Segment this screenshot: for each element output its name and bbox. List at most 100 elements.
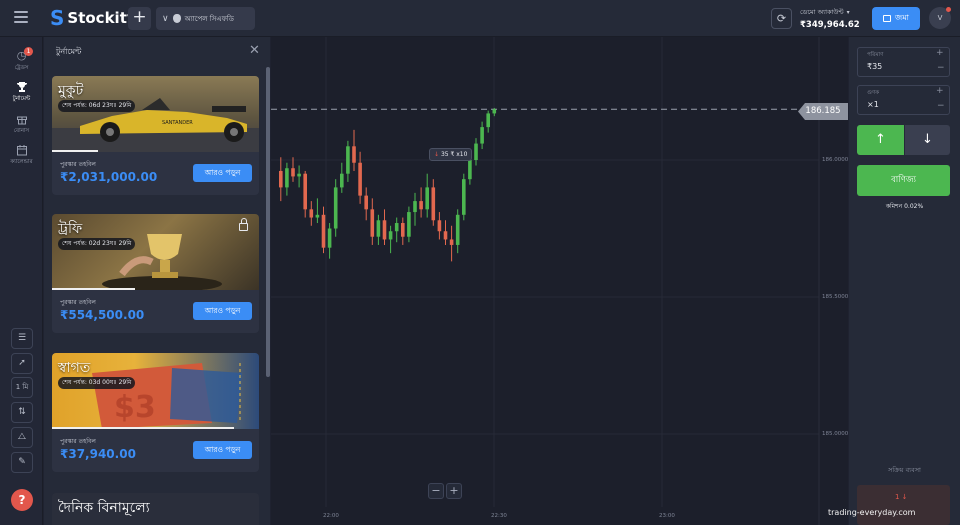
calendar-icon [16, 144, 28, 156]
candle [297, 173, 301, 177]
trade-button[interactable]: বাণিজ্য [857, 165, 950, 196]
candle [370, 209, 375, 237]
candle [315, 214, 320, 218]
notification-dot [946, 7, 951, 12]
zoom-in-button[interactable]: + [446, 483, 462, 499]
read-more-button[interactable]: আরও পড়ুন [193, 441, 252, 459]
y-tick-label: 185.5000 [822, 294, 849, 300]
rail-item-calendar[interactable]: ক্যালেন্ডার [0, 144, 43, 167]
candle [468, 160, 472, 180]
rail-item-label: ট্রেডস [14, 65, 29, 71]
candle [382, 220, 387, 240]
add-asset-tab-button[interactable]: + [128, 7, 151, 30]
tournament-card[interactable]: দৈনিক বিনামূল্যে [52, 493, 259, 525]
prize-pool-label: পুরস্কার তহবিল [60, 299, 96, 306]
read-more-button[interactable]: আরও পড়ুন [193, 302, 252, 320]
pencil-icon[interactable]: ✎ [11, 452, 33, 473]
top-bar: S Stockity + ∨ অ্যাপেল সিএফডি ⟳ ডেমো অ্য… [0, 0, 960, 37]
direction-up-button[interactable]: ↑ [857, 125, 904, 155]
chart-layout-icon[interactable]: ☰ [11, 328, 33, 349]
candle [401, 223, 405, 237]
rail-item-label: বোনাস [13, 128, 30, 134]
app-name: Stockity [67, 9, 137, 27]
menu-icon[interactable] [14, 11, 28, 25]
rocket-icon[interactable]: ➚ [11, 353, 33, 374]
current-price-tag: 186.185 [798, 103, 848, 120]
active-trades-label: সক্রিয় ব্যবসা [888, 466, 921, 474]
candle [443, 231, 448, 240]
plus-icon[interactable]: + [936, 48, 944, 58]
zoom-out-button[interactable]: − [428, 483, 444, 499]
tournament-card[interactable]: ট্রফি শেষ পর্যন্ত: 02d 23ঘঃ 29মি পুরস্কা… [52, 214, 259, 333]
y-tick-label: 185.0000 [822, 431, 849, 437]
arrow-down-icon: ↓ [434, 151, 440, 158]
account-switcher[interactable]: ডেমো অ্যাকাউন্ট ▾ ₹349,964.62 [800, 7, 868, 31]
asset-tab[interactable]: ∨ অ্যাপেল সিএফডি [156, 7, 255, 30]
candle [333, 187, 338, 229]
open-deal-marker[interactable]: ↓ 35 ₹ x10 [429, 148, 473, 161]
tournament-progress [52, 288, 135, 290]
candle [492, 109, 497, 114]
candle [462, 179, 466, 215]
logo-mark: S [50, 6, 65, 30]
timeframe-button[interactable]: 1 মি [11, 377, 33, 398]
candle [340, 173, 344, 188]
candle [455, 214, 460, 245]
watermark: trading-everyday.com [828, 508, 916, 517]
deal-multiplier: x10 [456, 151, 468, 158]
tournament-card[interactable]: SANTANDER মুকুট শেষ পর্যন্ত: 06d 23ঘঃ 29… [52, 76, 259, 195]
candle [364, 195, 368, 210]
avatar-letter: V [937, 14, 943, 22]
lock-icon [239, 218, 248, 231]
avatar[interactable]: V [929, 7, 951, 29]
candlestick-chart [271, 37, 820, 525]
candle [407, 212, 411, 237]
investment-value: ₹35 [867, 62, 883, 71]
candle [303, 173, 307, 210]
active-trade-item[interactable]: 1 ↓ [857, 485, 950, 525]
candle [309, 209, 314, 218]
scrollbar[interactable] [266, 67, 270, 377]
minus-icon[interactable]: − [937, 101, 945, 111]
x-tick-label: 23:00 [659, 513, 675, 519]
prize-pool-label: পুরস্কার তহবিল [60, 438, 96, 445]
rail-item-label: ক্যালেন্ডার [10, 159, 33, 165]
close-icon[interactable]: ✕ [249, 43, 260, 58]
tournament-card[interactable]: $3 স্বাগত শেষ পর্যন্ত: 03d 00ঘঃ 29মি পুর… [52, 353, 259, 472]
wallet-icon [883, 15, 892, 22]
read-more-button[interactable]: আরও পড়ুন [193, 164, 252, 182]
prize-pool-amount: ₹37,940.00 [60, 447, 136, 461]
account-balance: ₹349,964.62 [800, 20, 860, 30]
tournament-name: দৈনিক বিনামূল্যে [58, 500, 150, 516]
candle [480, 127, 484, 144]
rail-item-tournaments[interactable]: টুর্নামেন্ট [0, 81, 43, 104]
tournament-timer: শেষ পর্যন্ত: 03d 00ঘঃ 29মি [58, 377, 136, 389]
minus-icon[interactable]: − [937, 63, 945, 73]
candle [486, 113, 490, 128]
rail-item-bonus[interactable]: বোনাস [0, 113, 43, 136]
panel-title: টুর্নামেন্ট [56, 47, 82, 56]
deposit-button[interactable]: জমা [872, 7, 920, 30]
help-icon[interactable]: ? [11, 489, 33, 511]
candle [291, 168, 295, 177]
investment-field[interactable]: পরিমাণ ₹35 + − [857, 47, 950, 77]
plus-icon[interactable]: + [936, 86, 944, 96]
price-chart[interactable]: 186.0000 185.5000 185.0000 22:00 22:30 2… [271, 37, 848, 525]
candle [394, 223, 399, 232]
candle [321, 214, 326, 248]
candle [449, 239, 454, 245]
multiplier-field[interactable]: গুণক ×1 + − [857, 85, 950, 115]
direction-down-button[interactable]: ↓ [905, 125, 950, 155]
candle [413, 201, 417, 213]
asset-name: অ্যাপেল সিএফডি [184, 14, 234, 23]
candle [279, 170, 283, 188]
refresh-icon[interactable]: ⟳ [771, 8, 792, 29]
deposit-label: জমা [895, 13, 909, 22]
drawing-tools-icon[interactable]: ⧍ [11, 427, 33, 448]
indicators-icon[interactable]: ⇅ [11, 402, 33, 423]
x-tick-label: 22:30 [491, 513, 507, 519]
app-root: S Stockity + ∨ অ্যাপেল সিএফডি ⟳ ডেমো অ্য… [0, 0, 960, 525]
y-tick-label: 186.0000 [822, 157, 849, 163]
rail-item-trades[interactable]: ◷ 1 ট্রেডস [0, 47, 43, 73]
rail-item-label: টুর্নামেন্ট [12, 96, 31, 102]
